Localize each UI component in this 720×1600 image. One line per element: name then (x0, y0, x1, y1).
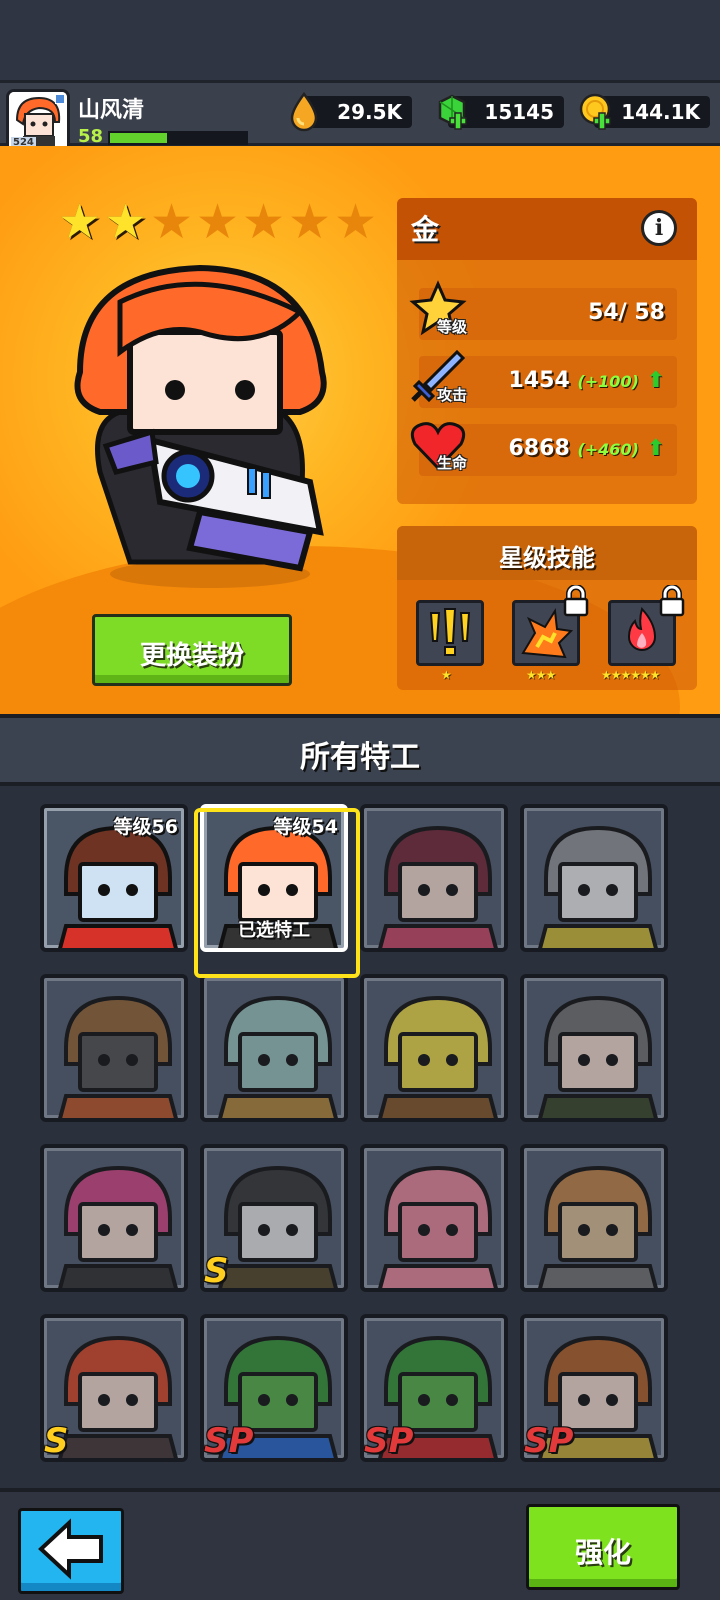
oil-drop-icon (290, 92, 318, 132)
all-agents-header: 所有特工 (0, 714, 720, 786)
hp-bonus: (+460) (577, 440, 639, 459)
stat-attack-row: 攻击 1454 (+100) ⬆ (411, 349, 677, 408)
hero-character-portrait (60, 262, 350, 592)
rank-badge: S (204, 1251, 229, 1291)
xp-bar-fill (110, 133, 168, 143)
skill-slot-3[interactable] (608, 585, 685, 666)
filled-star-icon: ★ (104, 194, 148, 250)
change-outfit-label: 更换装扮 (139, 641, 244, 671)
back-arrow-icon (38, 1518, 103, 1580)
selected-agent-frame (194, 808, 360, 978)
agent-card-hooded-robot-agent[interactable] (40, 974, 188, 1122)
skill-2-stars: ★★★ (526, 668, 556, 682)
status-bar-area (0, 0, 720, 80)
attack-value: 1454 (508, 368, 570, 393)
xp-bar (108, 131, 248, 145)
all-agents-title: 所有特工 (300, 740, 420, 775)
empty-star-icon: ★ (288, 194, 332, 250)
agent-card-patrick-agent[interactable] (360, 1144, 508, 1292)
change-outfit-button[interactable]: 更换装扮 (92, 614, 292, 686)
agent-card-musician-agent[interactable]: S (40, 1314, 188, 1462)
agent-card-sandy-agent[interactable] (520, 1144, 668, 1292)
up-arrow-icon: ⬆ (646, 436, 665, 461)
level-label: 等级 (437, 318, 468, 336)
enhance-label: 强化 (574, 1536, 631, 1569)
empty-star-icon: ★ (242, 194, 286, 250)
rank-badge: SP (364, 1421, 414, 1461)
skill-3-stars: ★★★★★★ (601, 668, 661, 682)
hp-stat: 6868 (+460) ⬆ (509, 436, 665, 461)
gem-value: 15145 (484, 100, 554, 124)
empty-star-icon: ★ (196, 194, 240, 250)
oil-value: 29.5K (337, 100, 402, 124)
avatar-badge-icon (55, 94, 65, 104)
skill-1-stars: ★ (441, 668, 452, 682)
hp-label: 生命 (437, 454, 468, 472)
star-skills-title: 星级技能 (499, 544, 595, 572)
agent-card-cat-agent[interactable] (520, 804, 668, 952)
agent-card-spongebob-agent[interactable] (360, 974, 508, 1122)
player-avatar[interactable]: 524 (6, 89, 70, 153)
stat-hp-row: 生命 6868 (+460) ⬆ (410, 422, 677, 476)
player-name: 山风清 (78, 98, 145, 123)
hp-value: 6868 (508, 436, 570, 461)
agent-card-raphael-agent[interactable]: SP (360, 1314, 508, 1462)
hero-stats-panel: 金 i 等级 54/ 58 攻击 1454 (+100) ⬆ 生命 6868 (… (397, 198, 697, 504)
agent-card-april-agent[interactable]: SP (520, 1314, 668, 1462)
rank-badge: S (44, 1421, 69, 1461)
agent-level: 等级56 (113, 816, 178, 838)
attack-label: 攻击 (437, 386, 468, 404)
agent-grid: 等级56 等级54 已选特工 S S SP SP SP (0, 786, 720, 1488)
bottom-bar: 强化 (0, 1488, 720, 1600)
coin-value: 144.1K (621, 100, 700, 124)
agent-card-pink-hair-agent[interactable] (40, 1144, 188, 1292)
empty-star-icon: ★ (334, 194, 378, 250)
coin-plus-icon[interactable] (578, 92, 614, 132)
agent-card-eyepatch-agent[interactable] (520, 974, 668, 1122)
rank-badge: SP (204, 1421, 254, 1461)
filled-star-icon: ★ (58, 194, 102, 250)
attack-bonus: (+100) (577, 372, 639, 391)
hero-name: 金 (411, 213, 440, 246)
agent-card-pink-scarf-agent[interactable] (360, 804, 508, 952)
info-icon[interactable]: i (641, 210, 677, 246)
agent-card-squidward-agent[interactable] (200, 974, 348, 1122)
level-value: 54/ 58 (588, 300, 665, 325)
agent-card-leonardo-agent[interactable]: SP (200, 1314, 348, 1462)
skill-slot-1[interactable] (416, 600, 484, 666)
lock-icon (563, 585, 589, 617)
enhance-button[interactable]: 强化 (526, 1504, 680, 1590)
up-arrow-icon: ⬆ (646, 368, 665, 393)
agent-card-panda-agent[interactable]: S (200, 1144, 348, 1292)
back-button[interactable] (18, 1508, 124, 1594)
lock-icon (659, 585, 685, 617)
stat-level-row: 等级 54/ 58 (409, 280, 677, 340)
gem-plus-icon[interactable] (434, 92, 470, 132)
attack-stat: 1454 (+100) ⬆ (509, 368, 665, 393)
agent-card-goggles-agent[interactable]: 等级56 (40, 804, 188, 952)
empty-star-icon: ★ (150, 194, 194, 250)
skill-slot-2[interactable] (512, 585, 589, 666)
rank-badge: SP (524, 1421, 574, 1461)
exclamation-skill-icon (429, 608, 471, 656)
player-level: 58 (78, 126, 104, 147)
